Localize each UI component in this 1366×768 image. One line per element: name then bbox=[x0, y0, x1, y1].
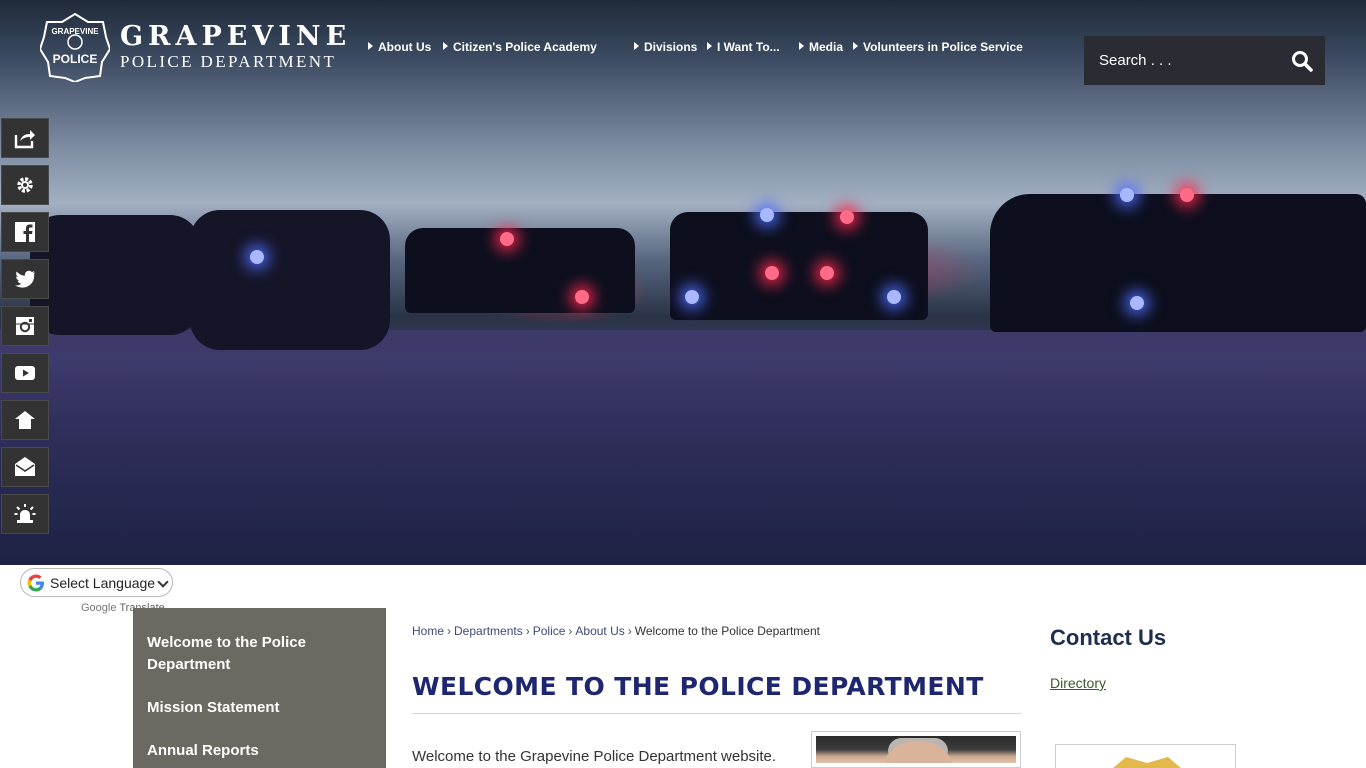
search-box bbox=[1084, 36, 1325, 85]
logo-title: GRAPEVINE bbox=[120, 21, 352, 52]
search-input[interactable] bbox=[1084, 36, 1274, 85]
alerts-button[interactable] bbox=[1, 494, 49, 534]
breadcrumb-separator: › bbox=[627, 624, 632, 638]
instagram-icon bbox=[16, 317, 34, 335]
chevron-right-icon bbox=[799, 42, 804, 50]
chevron-right-icon bbox=[707, 42, 712, 50]
hero-police-car bbox=[405, 228, 635, 313]
search-button[interactable] bbox=[1279, 36, 1325, 85]
hero-road bbox=[0, 330, 1366, 565]
hero-light bbox=[1130, 296, 1144, 310]
hero-light bbox=[250, 250, 264, 264]
google-wordmark: Google bbox=[81, 602, 117, 614]
nav-item-divisions[interactable]: Divisions bbox=[634, 40, 697, 54]
share-icon bbox=[14, 130, 35, 149]
title-divider bbox=[412, 713, 1021, 714]
nav-item-media[interactable]: Media bbox=[799, 40, 843, 54]
chevron-right-icon bbox=[634, 42, 639, 50]
nav-item-i-want-to[interactable]: I Want To... bbox=[707, 40, 780, 54]
hero-light bbox=[765, 266, 779, 280]
badge-graphic[interactable] bbox=[1055, 744, 1236, 768]
settings-button[interactable] bbox=[1, 165, 49, 205]
chevron-right-icon bbox=[853, 42, 858, 50]
nav-item-volunteers[interactable]: Volunteers in Police Service bbox=[853, 40, 1023, 54]
social-toolbar bbox=[1, 118, 49, 541]
hero-light bbox=[1180, 188, 1194, 202]
facebook-icon bbox=[15, 222, 35, 243]
breadcrumb-current: Welcome to the Police Department bbox=[634, 624, 820, 638]
chief-photo bbox=[811, 731, 1021, 768]
breadcrumb-separator: › bbox=[568, 624, 573, 638]
email-icon bbox=[15, 457, 35, 476]
email-button[interactable] bbox=[1, 447, 49, 487]
twitter-icon bbox=[15, 270, 35, 288]
badge-top-text: GRAPEVINE bbox=[51, 27, 99, 36]
subnav-item-mission-statement[interactable]: Mission Statement bbox=[147, 697, 372, 719]
site-logo[interactable]: GRAPEVINE POLICE GRAPEVINE POLICE DEPART… bbox=[38, 12, 352, 84]
youtube-icon bbox=[15, 366, 35, 380]
contact-us-heading: Contact Us bbox=[1050, 625, 1167, 650]
chevron-down-icon bbox=[157, 576, 169, 588]
hero-light bbox=[500, 232, 514, 246]
share-button[interactable] bbox=[1, 118, 49, 158]
breadcrumb-about-us[interactable]: About Us bbox=[575, 624, 624, 638]
hero-motorcycle bbox=[190, 210, 390, 350]
language-select[interactable]: Select Language bbox=[20, 568, 173, 597]
badge-bottom-text: POLICE bbox=[52, 52, 98, 66]
badge-star-icon bbox=[1112, 757, 1182, 768]
nav-item-citizens-police-academy[interactable]: Citizen's Police Academy bbox=[443, 40, 597, 54]
hero-light bbox=[1120, 188, 1134, 202]
hero-light bbox=[820, 266, 834, 280]
facebook-button[interactable] bbox=[1, 212, 49, 252]
breadcrumb-police[interactable]: Police bbox=[533, 624, 566, 638]
hero-light bbox=[887, 290, 901, 304]
alert-siren-icon bbox=[14, 504, 36, 523]
section-subnav: Welcome to the Police Department Mission… bbox=[133, 608, 386, 768]
youtube-button[interactable] bbox=[1, 353, 49, 393]
breadcrumb-separator: › bbox=[447, 624, 452, 638]
search-icon bbox=[1292, 50, 1313, 72]
hero-police-car bbox=[670, 212, 928, 320]
instagram-button[interactable] bbox=[1, 306, 49, 346]
page-title: WELCOME TO THE POLICE DEPARTMENT bbox=[412, 672, 984, 701]
hero-light bbox=[575, 290, 589, 304]
breadcrumb-departments[interactable]: Departments bbox=[454, 624, 523, 638]
chevron-right-icon bbox=[443, 42, 448, 50]
nav-item-about-us[interactable]: About Us bbox=[368, 40, 431, 54]
intro-text: Welcome to the Grapevine Police Departme… bbox=[412, 748, 777, 765]
chevron-right-icon bbox=[368, 42, 373, 50]
hero-motorcycle bbox=[30, 215, 200, 335]
breadcrumb: Home › Departments › Police › About Us › Welcome… bbox=[412, 624, 820, 638]
google-g-icon bbox=[27, 574, 44, 591]
gear-icon bbox=[17, 177, 33, 193]
subnav-item-annual-reports[interactable]: Annual Reports bbox=[147, 740, 372, 762]
language-select-label: Select Language bbox=[50, 574, 156, 591]
logo-subtitle: POLICE DEPARTMENT bbox=[120, 52, 337, 71]
subnav-item-welcome[interactable]: Welcome to the Police Department bbox=[147, 632, 372, 676]
nextdoor-icon bbox=[15, 411, 35, 429]
hero-light bbox=[760, 208, 774, 222]
twitter-button[interactable] bbox=[1, 259, 49, 299]
breadcrumb-separator: › bbox=[525, 624, 530, 638]
hero-light bbox=[840, 210, 854, 224]
nextdoor-button[interactable] bbox=[1, 400, 49, 440]
directory-link[interactable]: Directory bbox=[1050, 675, 1106, 691]
police-badge-icon: GRAPEVINE POLICE bbox=[38, 12, 112, 84]
hero-police-suv bbox=[990, 194, 1366, 332]
breadcrumb-home[interactable]: Home bbox=[412, 624, 444, 638]
hero-light bbox=[685, 290, 699, 304]
